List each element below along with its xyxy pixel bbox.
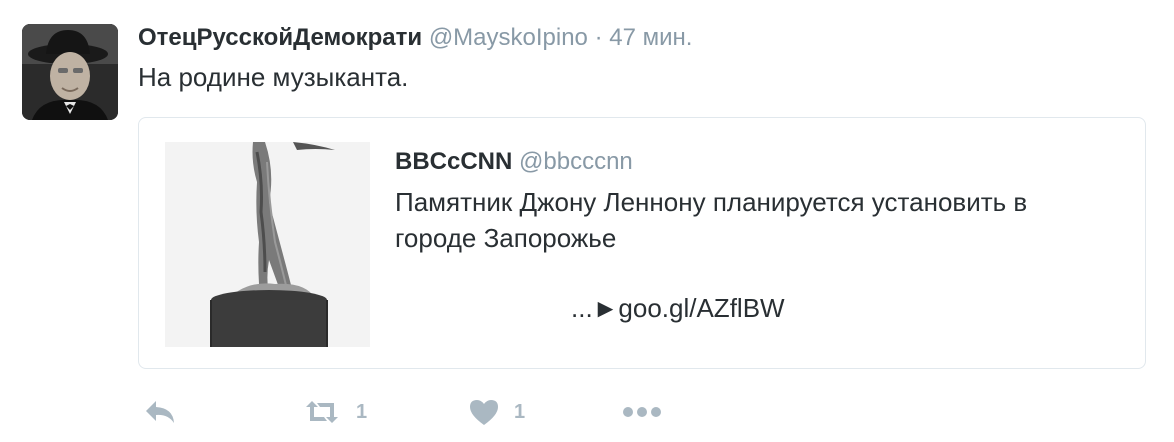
quoted-author-name[interactable]: BBCcCNN <box>395 148 512 175</box>
header-separator: · <box>594 24 603 51</box>
quoted-tweet-link[interactable]: ...►goo.gl/AZflBW <box>571 290 785 326</box>
tweet: ОтецРусскойДемократи @MayskoIpino · 47 м… <box>0 0 1174 442</box>
author-handle[interactable]: @MayskoIpino <box>429 24 588 51</box>
quoted-tweet-card[interactable]: BBCcCNN @bbcccnn Памятник Джону Леннону … <box>138 117 1146 369</box>
tweet-actions: 1 1 <box>138 392 698 432</box>
quoted-tweet-text: Памятник Джону Леннону планируется устан… <box>395 187 1028 253</box>
quoted-tweet-header: BBCcCNN @bbcccnn <box>395 146 633 178</box>
sculpture-photo <box>165 142 370 347</box>
reply-button[interactable] <box>144 392 178 432</box>
tweet-header: ОтецРусскойДемократи @MayskoIpino · 47 м… <box>138 22 692 54</box>
heart-icon <box>470 400 498 425</box>
user-avatar-photo <box>22 24 118 120</box>
more-dots-icon <box>623 407 661 417</box>
retweet-icon <box>306 401 338 423</box>
quoted-tweet-media[interactable] <box>165 142 370 347</box>
like-button[interactable]: 1 <box>468 392 525 432</box>
more-button[interactable] <box>622 392 662 432</box>
tweet-timestamp[interactable]: 47 мин. <box>609 24 692 51</box>
quoted-author-handle[interactable]: @bbcccnn <box>519 148 633 175</box>
tweet-text: На родине музыканта. <box>138 62 409 92</box>
author-name[interactable]: ОтецРусскойДемократи <box>138 24 422 51</box>
retweet-button[interactable]: 1 <box>302 392 367 432</box>
reply-icon <box>146 401 174 423</box>
like-count: 1 <box>514 400 526 423</box>
author-avatar[interactable] <box>22 24 118 120</box>
retweet-count: 1 <box>356 400 368 423</box>
